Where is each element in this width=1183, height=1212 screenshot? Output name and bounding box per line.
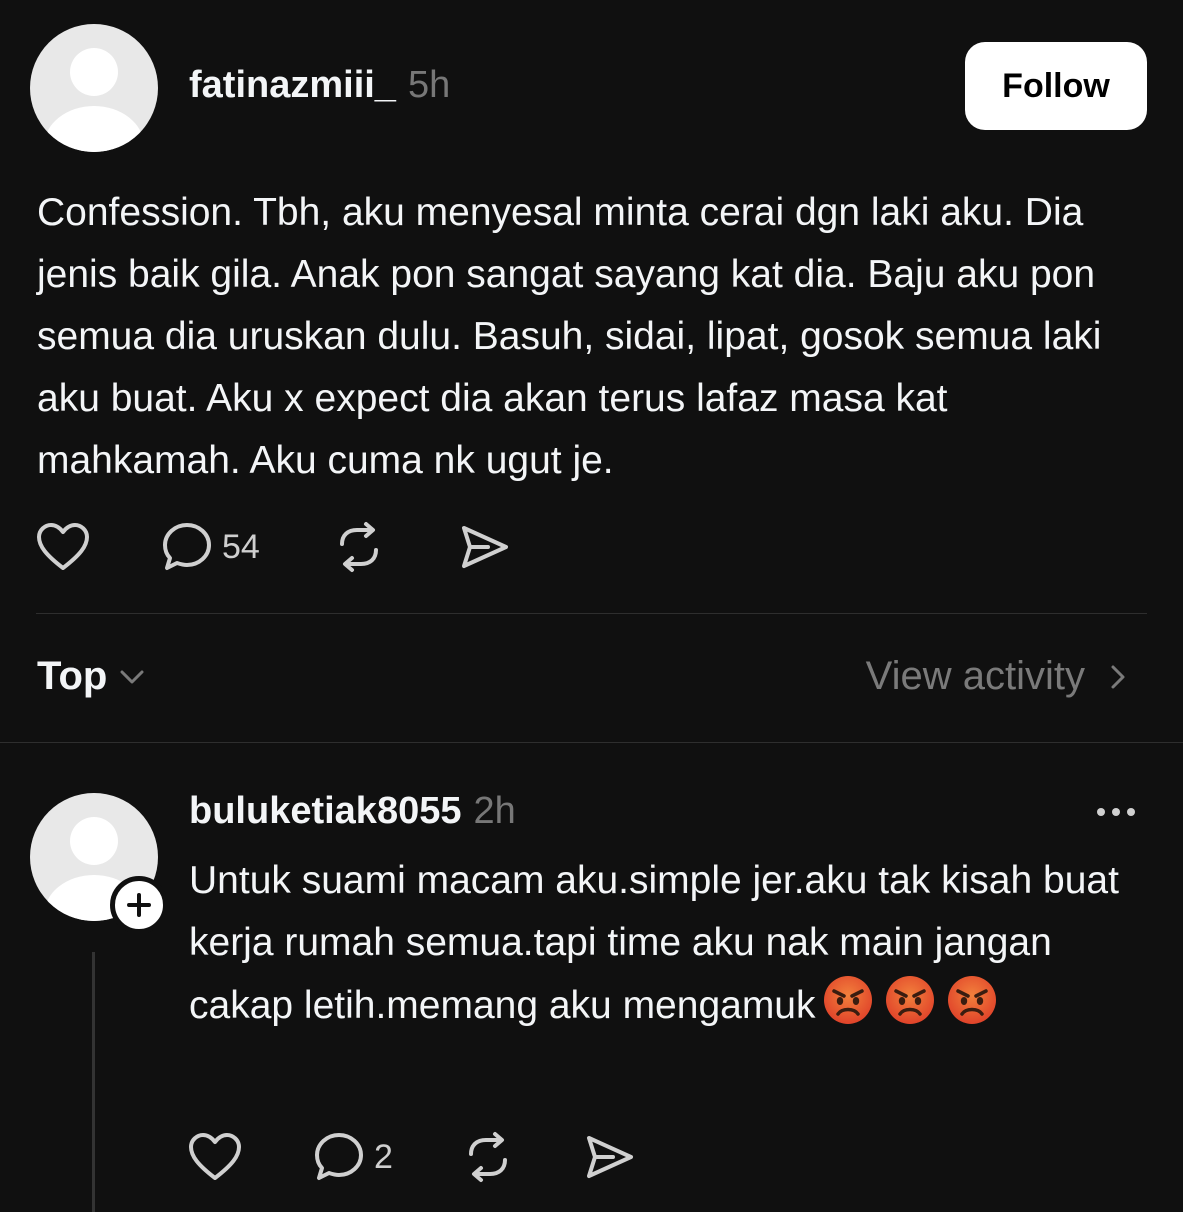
send-icon: [586, 1136, 633, 1178]
angry-face-emoji: [884, 974, 936, 1045]
post-comment-button[interactable]: 54: [160, 520, 260, 574]
section-divider: [0, 742, 1183, 743]
plus-icon: [127, 893, 151, 917]
comment-bubble-icon: [163, 523, 211, 570]
reply-more-button[interactable]: [1094, 800, 1138, 829]
heart-icon: [37, 523, 89, 570]
post-author-header: fatinazmiii_ 5h: [189, 64, 450, 107]
post-like-button[interactable]: [36, 522, 90, 572]
reply-actions: 2: [188, 1130, 637, 1184]
repost-icon: [339, 522, 378, 572]
post-author-avatar[interactable]: [30, 24, 158, 152]
avatar-head-shape: [70, 817, 118, 865]
reply-share-button[interactable]: [583, 1130, 637, 1184]
post-actions: 54: [36, 520, 512, 574]
view-activity-link[interactable]: View activity: [866, 654, 1135, 699]
angry-face-emoji: [822, 974, 874, 1045]
reply-comment-button[interactable]: 2: [312, 1130, 393, 1184]
follow-plus-badge[interactable]: [110, 876, 168, 934]
post-share-button[interactable]: [458, 520, 512, 574]
post-repost-button[interactable]: [332, 520, 386, 574]
post-author-username[interactable]: fatinazmiii_: [189, 64, 396, 106]
chevron-down-icon: [120, 670, 144, 683]
reply-like-button[interactable]: [188, 1132, 242, 1182]
post-time: 5h: [407, 64, 451, 106]
post-divider: [36, 613, 1147, 614]
reply-body: Untuk suami macam aku.simple jer.aku tak…: [189, 850, 1159, 1045]
reply-comment-count: 2: [374, 1137, 393, 1176]
sort-dropdown[interactable]: Top: [37, 654, 149, 699]
view-activity-label: View activity: [865, 654, 1085, 698]
reply-author-header: buluketiak8055 2h: [189, 790, 516, 833]
follow-button[interactable]: Follow: [965, 42, 1147, 130]
sort-label: Top: [37, 654, 108, 698]
reply-repost-button[interactable]: [461, 1130, 515, 1184]
avatar-body-shape: [44, 106, 144, 152]
post-comment-count: 54: [222, 527, 260, 566]
comment-bubble-icon: [315, 1133, 363, 1180]
thread-line: [92, 952, 95, 1212]
reply-time: 2h: [473, 790, 516, 832]
post-body-text: Confession. Tbh, aku menyesal minta cera…: [37, 191, 1102, 482]
more-horizontal-icon: [1097, 808, 1135, 816]
chevron-right-icon: [1111, 665, 1125, 688]
avatar-head-shape: [70, 48, 118, 96]
repost-icon: [468, 1132, 507, 1182]
send-icon: [461, 526, 508, 568]
reply-author-username[interactable]: buluketiak8055: [189, 790, 461, 832]
angry-face-emoji: [946, 974, 998, 1045]
heart-icon: [189, 1133, 241, 1180]
